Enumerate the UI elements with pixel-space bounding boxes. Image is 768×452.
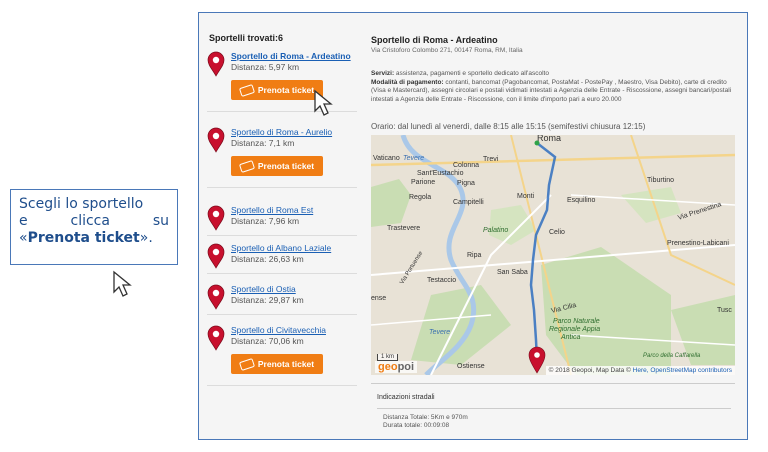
map-label-parco-3: Antica <box>561 334 581 341</box>
sportello-distance: Distanza: 7,96 km <box>231 216 300 226</box>
sportello-link[interactable]: Sportello di Albano Laziale <box>231 243 331 253</box>
attribution-here-link[interactable]: Here <box>633 367 647 374</box>
map-label-palatino: Palatino <box>483 227 509 234</box>
prenota-ticket-label: Prenota ticket <box>257 85 315 95</box>
ticket-icon <box>238 159 255 173</box>
sportello-link[interactable]: Sportello di Roma Est <box>231 205 313 215</box>
routing-title: Indicazioni stradali <box>377 394 435 401</box>
map-label-prenestino: Prenestino-Labicani <box>667 240 729 247</box>
list-separator <box>207 385 357 386</box>
map-pin-icon <box>207 243 225 269</box>
detail-services: Servizi: assistenza, pagamenti e sportel… <box>371 70 739 104</box>
geopoi-logo-b: poi <box>397 361 415 373</box>
map-label-parione: Parione <box>411 179 436 186</box>
sportello-distance: Distanza: 29,87 km <box>231 295 304 305</box>
map-label-colonna: Colonna <box>453 162 480 169</box>
map-label-esquilino: Esquilino <box>567 197 596 204</box>
geopoi-logo: geopoi <box>375 361 418 373</box>
map-label-regola: Regola <box>409 194 432 201</box>
list-separator <box>207 187 357 188</box>
sportello-link[interactable]: Sportello di Civitavecchia <box>231 325 326 335</box>
map-label-roma: Roma <box>537 135 562 143</box>
services-value: assistenza, pagamenti e sportello dedica… <box>394 70 549 77</box>
routing-divider <box>377 408 731 409</box>
attribution-text: © 2018 Geopoi, Map Data © <box>548 367 633 374</box>
map-label-parco-1: Parco Naturale <box>553 318 600 325</box>
map-label-monti: Monti <box>517 193 535 200</box>
map-label-vaticano: Vaticano <box>373 155 400 162</box>
callout-word-clicca: clicca <box>70 213 110 229</box>
map-label-tevere-2: Tevere <box>429 329 451 336</box>
map-label-testaccio: Testaccio <box>427 277 457 284</box>
ticket-icon <box>238 83 255 97</box>
attribution-osm-link[interactable]: , OpenStreetMap contributors <box>647 367 732 374</box>
detail-title: Sportello di Roma - Ardeatino <box>371 35 498 45</box>
sportello-distance: Distanza: 7,1 km <box>231 138 295 148</box>
list-title: Sportelli trovati:6 <box>209 33 284 43</box>
map-label-pigna: Pigna <box>457 180 475 187</box>
routing-distance: Distanza Totale: 5Km e 970m <box>383 414 468 421</box>
prenota-ticket-button[interactable]: Prenota ticket <box>231 80 323 100</box>
map-label-trevi: Trevi <box>483 156 499 163</box>
sportello-distance: Distanza: 5,97 km <box>231 62 300 72</box>
ticket-icon <box>238 357 255 371</box>
map-pin-icon <box>207 127 225 153</box>
map-attribution: © 2018 Geopoi, Map Data © Here, OpenStre… <box>545 366 735 375</box>
callout-quote-open: « <box>19 230 28 246</box>
pointer-cursor-icon <box>314 89 333 116</box>
sportelli-panel: Sportelli trovati:6 Sportello di Roma - … <box>198 12 748 440</box>
map-label-caffarella: Parco della Caffarella <box>643 353 701 359</box>
sportello-detail: Sportello di Roma - Ardeatino Via Cristo… <box>371 13 743 439</box>
map-label-campitelli: Campitelli <box>453 199 484 206</box>
detail-address: Via Cristoforo Colombo 271, 00147 Roma, … <box>371 47 523 54</box>
map-label-sansaba: San Saba <box>497 269 528 276</box>
map-label-tusc: Tusc <box>717 307 732 314</box>
map-scale: 1 km <box>377 354 399 361</box>
pointer-cursor-icon <box>113 270 132 297</box>
map-label-ripa: Ripa <box>467 252 482 259</box>
map-label-celio: Celio <box>549 229 565 236</box>
sportello-distance: Distanza: 70,06 km <box>231 336 304 346</box>
map-label-trastevere: Trastevere <box>387 225 421 232</box>
map-label-tiburtino: Tiburtino <box>647 177 674 184</box>
map-label-santeustachio: Sant'Eustachio <box>417 170 464 177</box>
map-pin-icon <box>207 325 225 351</box>
sportello-distance: Distanza: 26,63 km <box>231 254 304 264</box>
prenota-ticket-button[interactable]: Prenota ticket <box>231 156 323 176</box>
callout-word-e: e <box>19 213 28 229</box>
sportello-link[interactable]: Sportello di Roma - Aurelio <box>231 127 332 137</box>
callout-line-3: «Prenota ticket». <box>19 230 169 247</box>
callout-word-su: su <box>152 213 169 229</box>
sportello-link[interactable]: Sportello di Ostia <box>231 284 296 294</box>
payment-label: Modalità di pagamento: <box>371 78 444 86</box>
callout-bold: Prenota ticket <box>27 230 140 246</box>
map-pin-icon <box>207 51 225 77</box>
callout-line-2: e clicca su <box>19 213 169 230</box>
map-label-parco-2: Regionale Appia <box>549 326 601 333</box>
services-label: Servizi: <box>371 70 395 77</box>
list-separator <box>207 273 357 274</box>
sportello-link[interactable]: Sportello di Roma - Ardeatino <box>231 51 351 61</box>
list-separator <box>207 314 357 315</box>
geopoi-logo-a: geo <box>378 361 398 373</box>
map-label-ense: ense <box>371 295 387 302</box>
prenota-ticket-label: Prenota ticket <box>257 161 315 171</box>
list-separator <box>207 235 357 236</box>
callout-quote-close: ». <box>139 230 153 246</box>
route-map[interactable]: Vaticano Tevere Trevi Roma Colonna Sant'… <box>371 135 735 375</box>
sportelli-list: Sportelli trovati:6 Sportello di Roma - … <box>199 13 363 439</box>
map-pin-icon <box>207 284 225 310</box>
map-label-ostiense: Ostiense <box>457 363 485 370</box>
map-pin-icon <box>207 205 225 231</box>
detail-hours: Orario: dal lunedì al venerdì, dalle 8:1… <box>371 122 646 131</box>
callout-line-1: Scegli lo sportello <box>19 196 144 212</box>
prenota-ticket-button[interactable]: Prenota ticket <box>231 354 323 374</box>
instruction-callout: Scegli lo sportello e clicca su «Prenota… <box>10 189 178 265</box>
map-label-tevere: Tevere <box>403 155 425 162</box>
prenota-ticket-label: Prenota ticket <box>257 359 315 369</box>
routing-duration: Durata totale: 00:09:08 <box>383 422 450 429</box>
routing-panel: Indicazioni stradali Distanza Totale: 5K… <box>371 383 735 439</box>
